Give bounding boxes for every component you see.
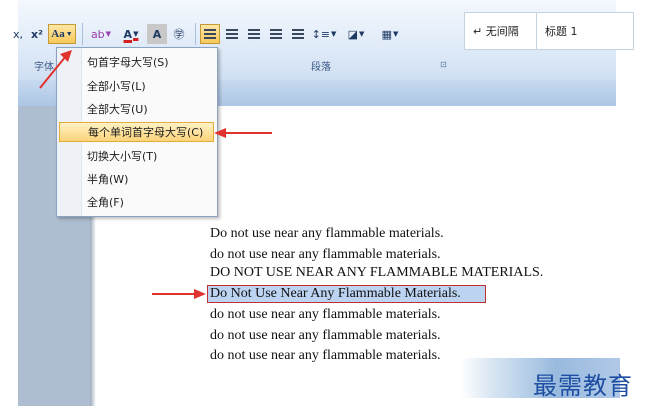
font-toolbar: x, x² Aa ▼ ab ▼ A ▼ A ㊫ ↕≡ ▼ ◪ ▼ ▦ ▼ (10, 23, 408, 45)
menu-item-lowercase[interactable]: 全部小写(L) (59, 76, 214, 96)
char-shading-button[interactable]: A (147, 24, 167, 44)
arrow-to-change-case (39, 50, 72, 89)
doc-line[interactable]: do not use near any flammable materials. (210, 348, 441, 364)
justify-icon (270, 29, 282, 39)
superscript-button[interactable]: x² (28, 24, 46, 44)
paragraph-group-label: 段落 (311, 62, 331, 73)
separator (195, 23, 196, 45)
paragraph-dialog-launcher[interactable]: ⊡ (440, 60, 447, 69)
font-color-button[interactable]: A ▼ (117, 24, 145, 44)
distributed-button[interactable] (288, 24, 308, 44)
menu-item-toggle-case[interactable]: 切换大小写(T) (59, 146, 214, 166)
style-heading-1[interactable]: 标题 1 (536, 12, 634, 50)
align-right-icon (248, 29, 260, 39)
menu-item-sentence-case[interactable]: 句首字母大写(S) (59, 52, 214, 72)
align-center-icon (226, 29, 238, 39)
align-left-icon (204, 29, 216, 39)
highlight-color-button[interactable]: ab ▼ (87, 24, 115, 44)
distributed-icon (292, 29, 304, 39)
menu-item-half-width[interactable]: 半角(W) (59, 169, 214, 189)
arrow-to-capitalize-item (214, 128, 272, 138)
align-right-button[interactable] (244, 24, 264, 44)
selected-doc-line[interactable]: Do Not Use Near Any Flammable Materials. (207, 285, 486, 303)
doc-line[interactable]: do not use near any flammable materials. (210, 328, 441, 344)
watermark-logo: 最需教育 (533, 372, 633, 400)
doc-line[interactable]: Do not use near any flammable materials. (210, 226, 444, 242)
separator (82, 23, 83, 45)
enclose-char-button[interactable]: ㊫ (169, 24, 189, 44)
doc-line[interactable]: do not use near any flammable materials. (210, 247, 441, 263)
borders-button[interactable]: ▦ ▼ (374, 24, 406, 44)
menu-item-capitalize-each-word[interactable]: 每个单词首字母大写(C) (59, 122, 214, 142)
justify-button[interactable] (266, 24, 286, 44)
shading-button[interactable]: ◪ ▼ (340, 24, 372, 44)
change-case-button[interactable]: Aa ▼ (48, 24, 76, 44)
align-left-button[interactable] (200, 24, 220, 44)
menu-item-uppercase[interactable]: 全部大写(U) (59, 99, 214, 119)
right-margin (616, 0, 656, 416)
subscript-button[interactable]: x, (10, 24, 26, 44)
change-case-menu: 句首字母大写(S) 全部小写(L) 全部大写(U) 每个单词首字母大写(C) 切… (56, 47, 218, 217)
arrow-to-selected-line (152, 289, 206, 299)
line-spacing-button[interactable]: ↕≡ ▼ (310, 24, 338, 44)
doc-line[interactable]: DO NOT USE NEAR ANY FLAMMABLE MATERIALS. (210, 265, 543, 281)
menu-item-full-width[interactable]: 全角(F) (59, 192, 214, 212)
doc-line[interactable]: do not use near any flammable materials. (210, 307, 441, 323)
align-center-button[interactable] (222, 24, 242, 44)
